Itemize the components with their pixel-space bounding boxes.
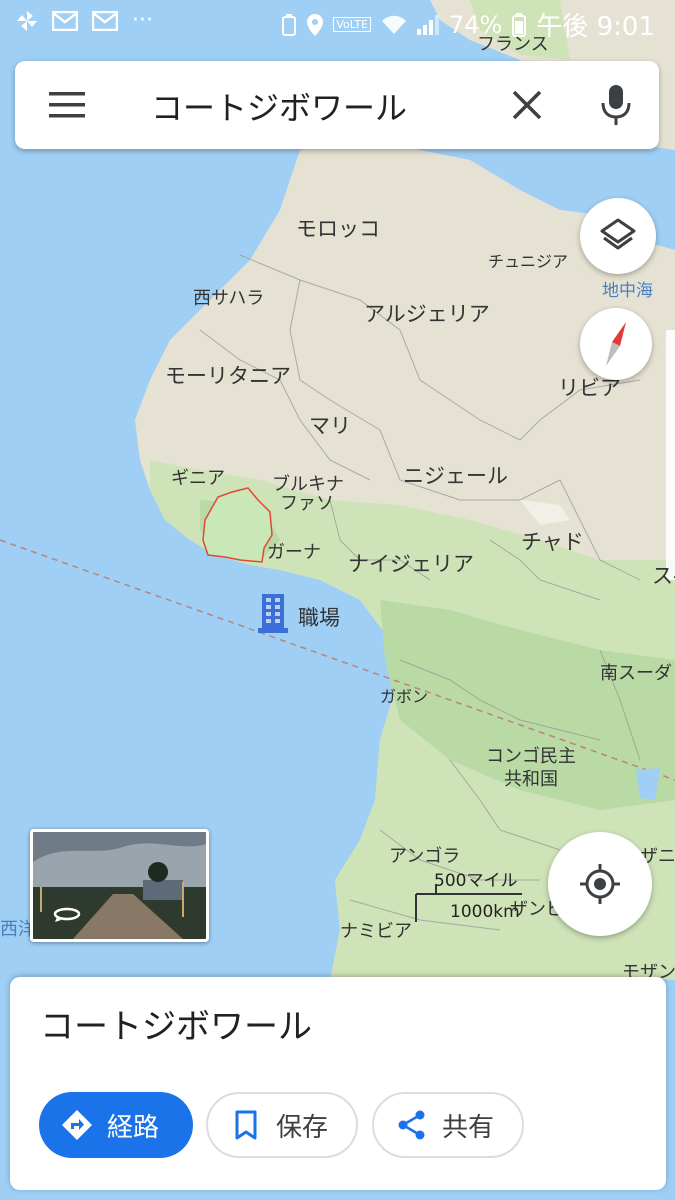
street-view-thumbnail[interactable]: [30, 829, 209, 942]
map-label-south-sudan[interactable]: 南スーダ: [600, 659, 672, 685]
share-button[interactable]: 共有: [372, 1092, 524, 1158]
signal-icon: [417, 14, 439, 35]
map-label-chad[interactable]: チャド: [521, 526, 584, 556]
wifi-icon: [382, 15, 406, 34]
status-left-icons: ···: [16, 8, 153, 33]
map-label-niger[interactable]: ニジェール: [403, 460, 508, 490]
directions-label: 経路: [107, 1112, 160, 1143]
status-bar: ··· VoLTE 74% 午後 9:01: [0, 0, 675, 46]
share-label: 共有: [442, 1112, 495, 1143]
my-location-icon: [580, 864, 620, 904]
map-label-burkina-2[interactable]: ファソ: [280, 489, 334, 515]
bookmark-icon: [235, 1110, 257, 1140]
share-icon: [398, 1110, 425, 1140]
work-icon: [258, 594, 288, 633]
map-label-morocco[interactable]: モロッコ: [296, 213, 380, 243]
street-view-icon: [53, 907, 81, 922]
work-place-marker[interactable]: 職場: [256, 592, 356, 636]
map-scale: 500マイル 1000km: [414, 864, 524, 928]
clock: 午後 9:01: [536, 12, 655, 42]
map-label-guinea[interactable]: ギニア: [171, 464, 225, 490]
map-label-mali[interactable]: マリ: [309, 410, 351, 440]
compass-button[interactable]: [580, 308, 652, 380]
map-label-nigeria[interactable]: ナイジェリア: [348, 548, 474, 578]
clear-icon[interactable]: [509, 87, 545, 123]
search-bar[interactable]: コートジボワール: [15, 61, 659, 149]
status-right-icons: VoLTE 74% 午後 9:01: [281, 6, 655, 43]
gmail-icon: [52, 10, 78, 31]
map-label-mediterranean[interactable]: 地中海: [602, 276, 653, 301]
save-button[interactable]: 保存: [206, 1092, 358, 1158]
place-sheet[interactable]: コートジボワール 経路 保存 共有: [10, 977, 666, 1190]
save-label: 保存: [276, 1112, 329, 1143]
scale-km: 1000km: [450, 902, 520, 922]
search-input[interactable]: コートジボワール: [151, 83, 407, 129]
directions-icon: [62, 1110, 92, 1140]
map-label-france[interactable]: フランス: [477, 30, 549, 56]
map-label-mauritania[interactable]: モーリタニア: [165, 360, 291, 390]
map-label-gabon[interactable]: ガボン: [380, 683, 428, 707]
location-icon: [307, 13, 324, 36]
map-label-western-sahara[interactable]: 西サハラ: [193, 284, 264, 310]
map-label-drc-2[interactable]: 共和国: [504, 765, 558, 791]
volte-icon: VoLTE: [333, 17, 371, 32]
map-label-algeria[interactable]: アルジェリア: [364, 298, 490, 328]
recycle-battery-icon: [282, 13, 297, 36]
map-label-sudan-partial[interactable]: ス-: [652, 560, 675, 590]
compass-icon: [606, 322, 626, 366]
menu-icon[interactable]: [49, 91, 85, 119]
pinwheel-icon: [17, 10, 37, 31]
gmail-icon: [92, 10, 118, 31]
map-label-namibia[interactable]: ナミビア: [340, 917, 412, 943]
map-label-ghana[interactable]: ガーナ: [267, 538, 321, 564]
place-title: コートジボワール: [40, 1007, 312, 1047]
work-place-label: 職場: [298, 606, 340, 630]
layers-icon: [600, 218, 636, 250]
more-notifications-icon: ···: [132, 8, 153, 33]
layers-button[interactable]: [580, 198, 656, 274]
mic-icon[interactable]: [599, 83, 633, 127]
map-label-tunisia[interactable]: チュニジア: [488, 248, 568, 272]
my-location-button[interactable]: [548, 832, 652, 936]
directions-button[interactable]: 経路: [39, 1092, 193, 1158]
